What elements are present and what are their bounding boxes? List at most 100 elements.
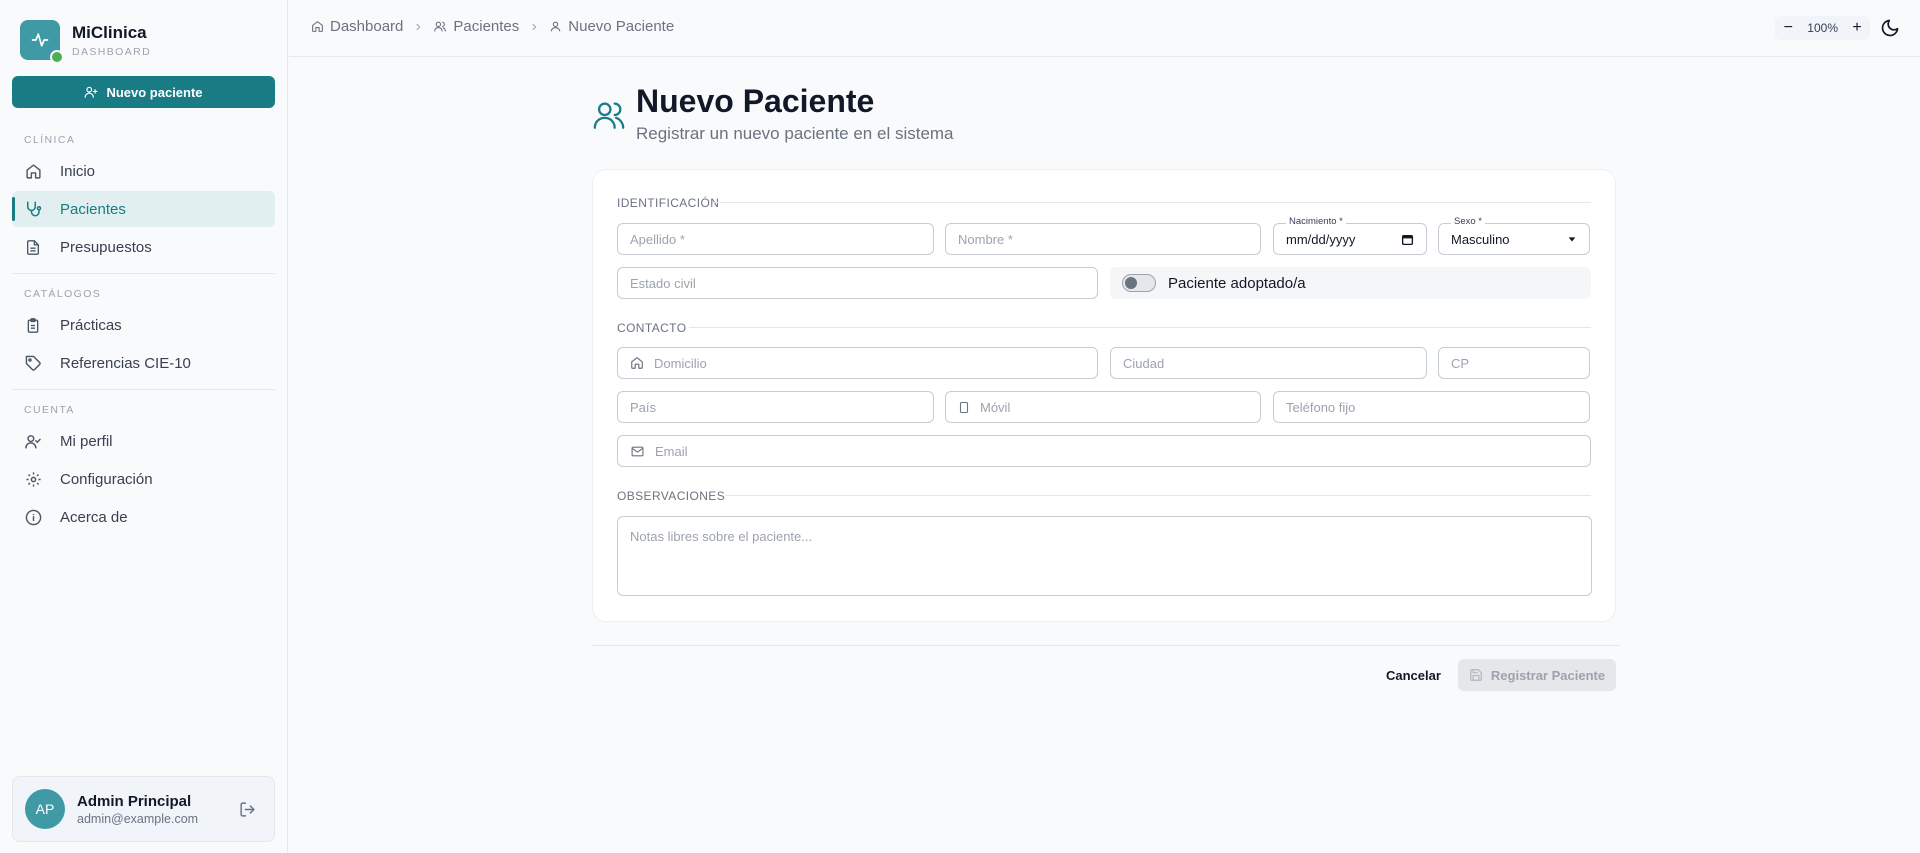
clipboard-icon	[24, 316, 42, 334]
section-label-catalogos: CATÁLOGOS	[24, 288, 102, 300]
section-divider	[725, 495, 1591, 496]
user-plus-icon	[84, 85, 106, 99]
pais-input[interactable]: País	[617, 391, 934, 423]
breadcrumb-label: Nuevo Paciente	[568, 18, 675, 35]
brand[interactable]: MiClinica DASHBOARD	[20, 20, 152, 64]
apellido-input[interactable]: Apellido *	[617, 223, 934, 255]
user-icon	[549, 20, 568, 33]
moon-icon[interactable]	[1880, 18, 1900, 38]
breadcrumb-pacientes[interactable]: Pacientes	[433, 18, 519, 35]
info-icon	[24, 508, 42, 526]
adoptado-toggle[interactable]: Paciente adoptado/a	[1110, 267, 1591, 299]
sidebar-item-label: Acerca de	[60, 508, 128, 526]
home-icon	[630, 356, 644, 370]
breadcrumb-label: Dashboard	[330, 18, 404, 35]
nacimiento-label: Nacimiento *	[1286, 216, 1346, 227]
sidebar-item-inicio[interactable]: Inicio	[12, 153, 275, 189]
nacimiento-date-input[interactable]: Nacimiento * mm/dd/yyyy	[1273, 216, 1427, 255]
breadcrumb-current: Nuevo Paciente	[549, 18, 674, 35]
caret-down-icon	[1567, 234, 1577, 244]
sidebar-item-presupuestos[interactable]: Presupuestos	[12, 229, 275, 265]
sidebar-item-pacientes[interactable]: Pacientes	[12, 191, 275, 227]
gear-icon	[24, 470, 42, 488]
users-icon	[592, 98, 626, 132]
section-title-identificacion: IDENTIFICACIÓN	[617, 196, 720, 210]
sidebar-item-practicas[interactable]: Prácticas	[12, 307, 275, 343]
avatar: AP	[25, 789, 65, 829]
section-title-contacto: CONTACTO	[617, 321, 687, 335]
save-icon	[1469, 668, 1491, 682]
estado-civil-select[interactable]: Estado civil	[617, 267, 1098, 299]
breadcrumb-label: Pacientes	[453, 18, 520, 35]
register-patient-button[interactable]: Registrar Paciente	[1458, 659, 1616, 691]
topbar: Dashboard Pacientes Nuevo Paciente − 100…	[289, 0, 1920, 57]
users-icon	[433, 20, 453, 33]
zoom-in-button[interactable]: +	[1844, 16, 1870, 40]
email-field[interactable]: Email	[617, 435, 1591, 467]
brand-name: MiClinica	[72, 22, 147, 42]
sidebar: MiClinica DASHBOARD Nuevo paciente CLÍNI…	[0, 0, 288, 853]
sidebar-item-label: Presupuestos	[60, 238, 152, 256]
home-icon	[24, 162, 42, 180]
movil-input[interactable]: Móvil	[945, 391, 1261, 423]
mail-icon	[630, 445, 645, 458]
calendar-icon[interactable]	[1401, 233, 1414, 246]
status-dot	[50, 50, 64, 64]
domicilio-input[interactable]: Domicilio	[617, 347, 1098, 379]
chevron-right-icon	[529, 22, 539, 32]
cp-placeholder: CP	[1451, 355, 1470, 371]
sidebar-item-label: Referencias CIE-10	[60, 354, 191, 372]
user-name: Admin Principal	[77, 792, 192, 810]
sidebar-item-label: Prácticas	[60, 316, 122, 334]
patient-form: IDENTIFICACIÓN Apellido * Nombre * Nacim…	[592, 169, 1616, 622]
notas-textarea[interactable]: Notas libres sobre el paciente...	[617, 516, 1592, 596]
sexo-label: Sexo *	[1451, 216, 1485, 227]
stethoscope-icon	[24, 200, 42, 218]
sidebar-item-referencias[interactable]: Referencias CIE-10	[12, 345, 275, 381]
nacimiento-value: mm/dd/yyyy	[1286, 231, 1356, 247]
sidebar-item-label: Pacientes	[60, 200, 126, 218]
section-divider	[689, 327, 1591, 328]
sidebar-item-perfil[interactable]: Mi perfil	[12, 423, 275, 459]
notas-placeholder: Notas libres sobre el paciente...	[630, 529, 813, 544]
nombre-input[interactable]: Nombre *	[945, 223, 1261, 255]
tag-icon	[24, 354, 42, 372]
new-patient-label: Nuevo paciente	[106, 84, 203, 100]
sexo-value: Masculino	[1451, 231, 1510, 247]
sidebar-item-configuracion[interactable]: Configuración	[12, 461, 275, 497]
ciudad-placeholder: Ciudad	[1123, 355, 1165, 371]
zoom-out-button[interactable]: −	[1775, 16, 1801, 40]
apellido-placeholder: Apellido *	[630, 231, 685, 247]
section-title-observaciones: OBSERVACIONES	[617, 489, 726, 503]
adoptado-switch[interactable]	[1122, 274, 1156, 292]
movil-placeholder: Móvil	[980, 399, 1011, 415]
telefono-placeholder: Teléfono fijo	[1286, 399, 1356, 415]
cancel-button[interactable]: Cancelar	[1370, 659, 1457, 691]
breadcrumb-dashboard[interactable]: Dashboard	[311, 18, 403, 35]
sexo-select[interactable]: Sexo * Masculino	[1438, 216, 1590, 255]
domicilio-placeholder: Domicilio	[654, 355, 707, 371]
logout-icon[interactable]	[239, 801, 256, 818]
file-text-icon	[24, 238, 42, 256]
page-title: Nuevo Paciente	[636, 83, 875, 119]
user-card[interactable]: AP Admin Principal admin@example.com	[12, 776, 275, 842]
user-check-icon	[24, 432, 42, 450]
form-footer-divider	[592, 645, 1620, 646]
zoom-level: 100%	[1807, 21, 1838, 35]
telefono-input[interactable]: Teléfono fijo	[1273, 391, 1590, 423]
sidebar-item-acerca[interactable]: Acerca de	[12, 499, 275, 535]
user-email: admin@example.com	[77, 811, 199, 826]
brand-subtitle: DASHBOARD	[72, 45, 152, 58]
page-header: Nuevo Paciente Registrar un nuevo pacien…	[592, 82, 954, 144]
adoptado-label: Paciente adoptado/a	[1168, 274, 1306, 292]
cp-input[interactable]: CP	[1438, 347, 1590, 379]
new-patient-button[interactable]: Nuevo paciente	[12, 76, 275, 108]
sidebar-divider	[12, 273, 275, 274]
sidebar-item-label: Configuración	[60, 470, 153, 488]
breadcrumb: Dashboard Pacientes Nuevo Paciente	[311, 18, 674, 35]
ciudad-input[interactable]: Ciudad	[1110, 347, 1427, 379]
pais-placeholder: País	[630, 399, 657, 415]
section-label-cuenta: CUENTA	[24, 404, 75, 416]
activity-icon	[20, 20, 64, 64]
sidebar-item-label: Mi perfil	[60, 432, 113, 450]
